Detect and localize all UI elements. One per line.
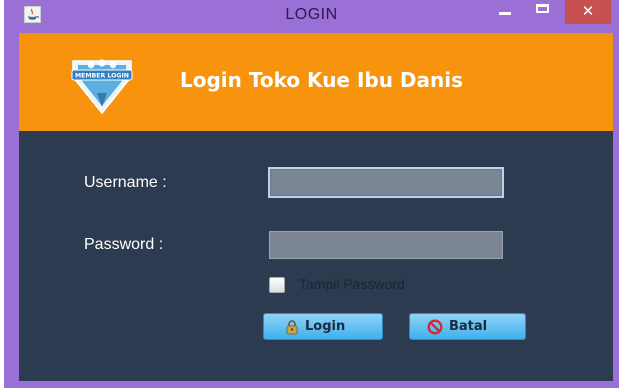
password-input[interactable] (269, 231, 503, 259)
cancel-button-label: Batal (449, 319, 488, 334)
login-button-label: Login (305, 319, 346, 334)
title-bar[interactable]: LOGIN ✕ (4, 0, 619, 33)
badge-text: MEMBER LOGIN (75, 73, 129, 80)
header-banner: MEMBER LOGIN Login Toko Kue Ibu Danis (19, 33, 613, 131)
login-button[interactable]: Login (263, 313, 383, 340)
maximize-icon[interactable] (527, 0, 557, 24)
close-icon[interactable]: ✕ (565, 0, 611, 24)
lock-icon (286, 320, 298, 335)
show-password-checkbox[interactable] (269, 277, 285, 293)
prohibited-icon (427, 319, 443, 335)
app-title: Login Toko Kue Ibu Danis (180, 68, 464, 92)
password-label: Password : (84, 236, 164, 253)
username-input[interactable] (268, 167, 504, 198)
minimize-icon[interactable] (492, 0, 522, 24)
member-login-badge-icon: MEMBER LOGIN (69, 51, 135, 117)
login-panel: MEMBER LOGIN Login Toko Kue Ibu Danis Us… (19, 33, 613, 381)
cancel-button[interactable]: Batal (409, 313, 526, 340)
show-password-label[interactable]: Tampil Password (299, 276, 405, 292)
login-window: LOGIN ✕ MEMBER LOGIN Login Toko Kue Ibu … (4, 0, 619, 388)
username-label: Username : (84, 174, 167, 191)
